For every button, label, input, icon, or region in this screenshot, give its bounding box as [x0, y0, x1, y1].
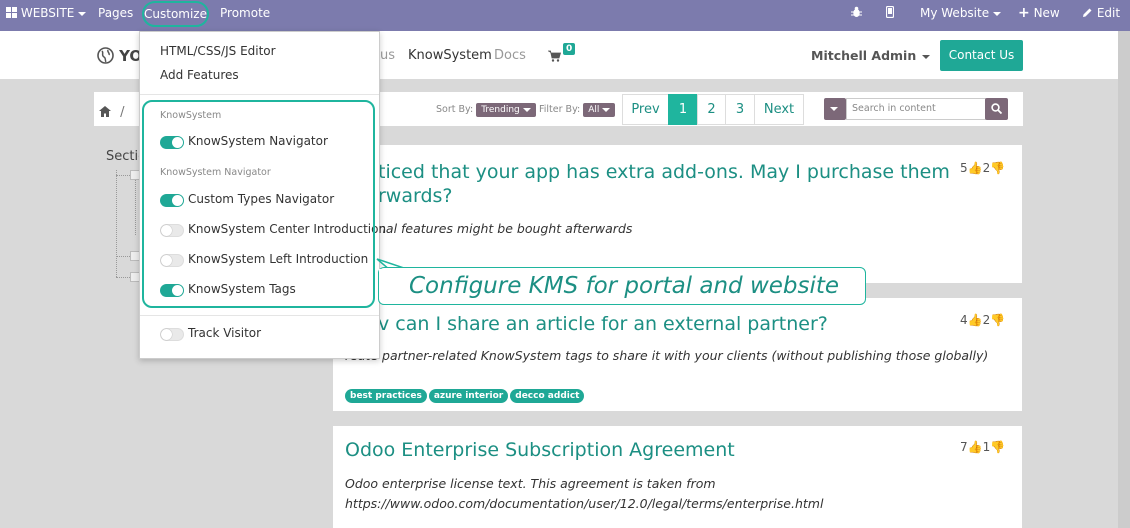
globe-icon — [97, 47, 114, 64]
article-title[interactable]: Odoo Enterprise Subscription Agreement — [345, 439, 735, 461]
breadcrumb-separator: / — [120, 105, 125, 120]
likes-count: 7 — [960, 440, 968, 454]
tree-branch — [116, 277, 130, 278]
article-title[interactable]: ticed that your app has extra add-ons. M… — [378, 161, 950, 183]
user-name: Mitchell Admin — [811, 48, 917, 63]
thumbs-up-icon[interactable]: 👍 — [968, 313, 983, 327]
article-description: reate partner-related KnowSystem tags to… — [345, 348, 989, 363]
apps-grid-icon — [6, 7, 17, 18]
highlight-frame — [142, 100, 375, 308]
article-card: Odoo Enterprise Subscription Agreement O… — [333, 426, 1022, 528]
article-description: Odoo enterprise license text. This agree… — [345, 476, 716, 491]
new-label: New — [1033, 6, 1060, 20]
callout-annotation: Configure KMS for portal and website — [378, 267, 866, 305]
tag-badge[interactable]: best practices — [345, 389, 427, 403]
search-scope-dropdown[interactable] — [824, 98, 846, 120]
tag-badge[interactable]: azure interior — [428, 389, 509, 403]
thumbs-up-icon[interactable]: 👍 — [968, 161, 983, 175]
nav-link-knowsystem[interactable]: KnowSystem — [408, 48, 492, 63]
promote-menu[interactable]: Promote — [220, 0, 270, 31]
nav-link-docs[interactable]: Docs — [494, 48, 526, 63]
menu-divider — [140, 315, 379, 316]
home-icon[interactable] — [99, 106, 111, 117]
thumbs-up-icon[interactable]: 👍 — [968, 440, 983, 454]
thumbs-down-icon[interactable]: 👎 — [990, 161, 1005, 175]
website-menu-label: WEBSITE — [20, 6, 75, 20]
callout-pointer-joint — [379, 269, 387, 283]
menu-item-add-features[interactable]: Add Features — [160, 68, 239, 82]
nav-link-about[interactable]: us — [380, 48, 395, 63]
article-title[interactable]: v can I share an article for an external… — [378, 313, 828, 335]
filter-by-value: All — [588, 105, 600, 115]
pagination-page-2[interactable]: 2 — [697, 94, 726, 125]
tag-badge[interactable]: decco addict — [510, 389, 585, 403]
edit-label: Edit — [1096, 6, 1121, 20]
website-menu[interactable]: WEBSITE — [6, 0, 87, 31]
mobile-preview-icon[interactable] — [885, 0, 895, 31]
user-menu[interactable]: Mitchell Admin — [811, 48, 931, 63]
article-description: nal features might be bought afterwards — [378, 221, 633, 236]
pagination-next[interactable]: Next — [754, 94, 804, 125]
search-button[interactable] — [985, 98, 1008, 120]
caret-down-icon — [602, 107, 611, 112]
edit-button[interactable]: Edit — [1082, 0, 1120, 31]
my-website-menu[interactable]: My Website — [920, 0, 1002, 31]
search-icon — [991, 103, 1002, 114]
article-title-continued[interactable]: rwards? — [378, 185, 453, 207]
search-input[interactable]: Search in content — [846, 98, 986, 120]
article-votes: 7👍1👎 — [960, 440, 1005, 454]
page-scrollbar[interactable] — [1118, 31, 1130, 528]
cart-icon — [548, 50, 562, 62]
filter-by-select[interactable]: All — [583, 103, 616, 117]
new-button[interactable]: + New — [1018, 0, 1060, 31]
article-votes: 4👍2👎 — [960, 313, 1005, 327]
toggle-track-visitor[interactable] — [160, 328, 184, 341]
tree-branch — [116, 175, 130, 176]
cart-count-badge: 0 — [563, 43, 576, 55]
menu-item-html-editor[interactable]: HTML/CSS/JS Editor — [160, 44, 276, 58]
thumbs-down-icon[interactable]: 👎 — [990, 440, 1005, 454]
sort-by-label: Sort By: — [436, 104, 474, 115]
toggle-label[interactable]: Track Visitor — [188, 326, 261, 340]
menu-divider — [140, 94, 379, 95]
tree-branch — [116, 256, 130, 257]
my-website-label: My Website — [920, 6, 990, 20]
sort-by-value: Trending — [481, 105, 520, 115]
debug-bug-icon[interactable] — [851, 0, 862, 31]
pages-menu[interactable]: Pages — [98, 0, 133, 31]
sort-by-control: Sort By: Trending — [436, 103, 536, 117]
sort-by-select[interactable]: Trending — [476, 103, 536, 117]
filter-by-control: Filter By: All — [539, 103, 616, 117]
thumbs-down-icon[interactable]: 👎 — [990, 313, 1005, 327]
pagination-page-1[interactable]: 1 — [668, 94, 698, 125]
pencil-icon — [1083, 8, 1092, 17]
admin-topbar: WEBSITE Pages Customize Promote My Websi… — [0, 0, 1130, 31]
article-votes: 5👍2👎 — [960, 161, 1005, 175]
article-tags: best practices azure interior decco addict — [345, 383, 586, 403]
caret-down-icon — [830, 107, 838, 111]
article-card: v can I share an article for an external… — [333, 298, 1022, 411]
tree-line — [135, 180, 136, 235]
tree-line — [116, 170, 117, 277]
caret-down-icon — [993, 11, 1002, 16]
pagination-prev[interactable]: Prev — [622, 94, 669, 125]
likes-count: 5 — [960, 161, 968, 175]
likes-count: 4 — [960, 313, 968, 327]
cart-link[interactable]: 0 — [548, 43, 576, 66]
filter-by-label: Filter By: — [539, 104, 581, 115]
caret-down-icon — [922, 54, 931, 59]
plus-icon: + — [1018, 5, 1030, 21]
contact-us-button[interactable]: Contact Us — [940, 40, 1023, 71]
pagination-page-3[interactable]: 3 — [725, 94, 755, 125]
caret-down-icon — [522, 107, 531, 112]
customize-menu[interactable]: Customize — [142, 1, 209, 27]
article-description-url: https://www.odoo.com/documentation/user/… — [345, 496, 824, 511]
article-card: ticed that your app has extra add-ons. M… — [333, 145, 1022, 283]
caret-down-icon — [78, 11, 87, 16]
